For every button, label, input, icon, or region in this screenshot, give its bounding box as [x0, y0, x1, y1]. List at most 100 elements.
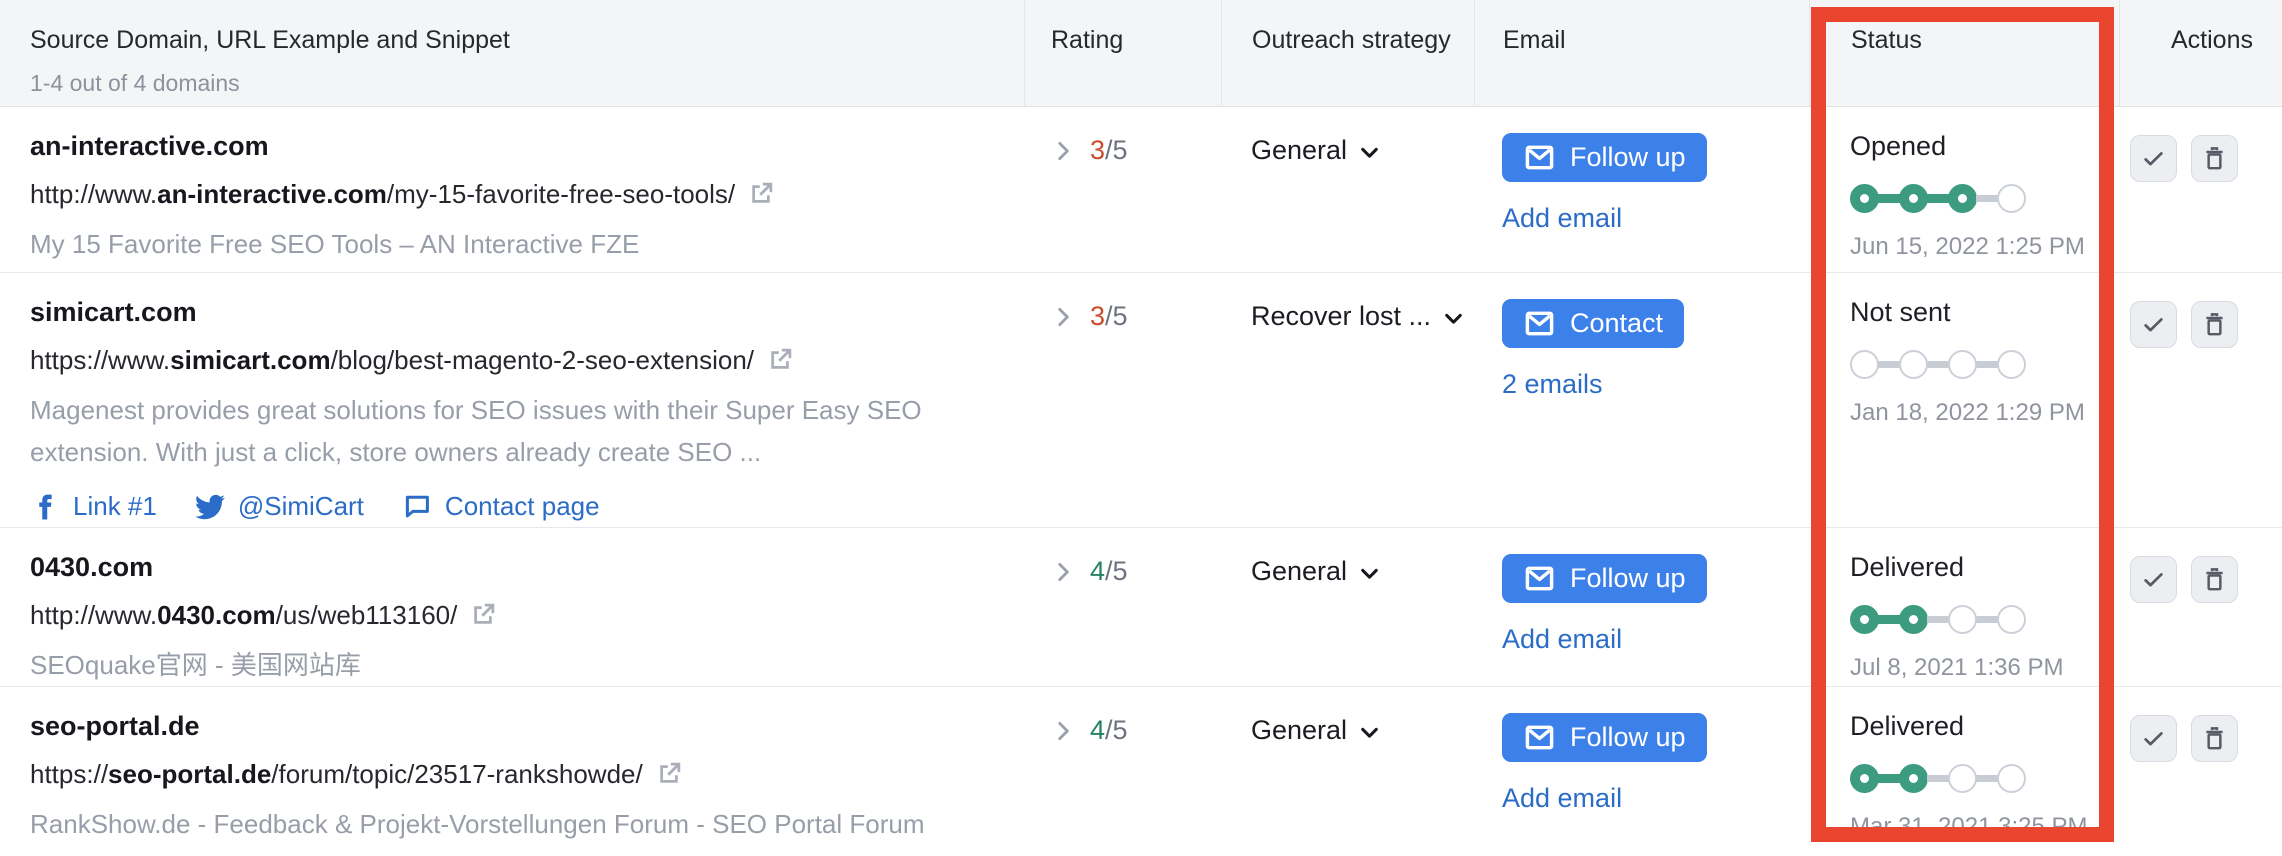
progress-connector [1927, 360, 1949, 368]
domain-count-label: 1-4 out of 4 domains [30, 70, 240, 96]
chat-icon [402, 492, 432, 522]
header-email-label: Email [1503, 26, 1566, 54]
expand-row-icon[interactable] [1050, 559, 1076, 585]
table-row: 0430.com http://www.0430.com/us/web11316… [0, 528, 2282, 687]
url-line: http://www.an-interactive.com/my-15-favo… [30, 178, 984, 210]
table-header: Source Domain, URL Example and Snippet 1… [0, 0, 2282, 107]
trash-icon [2201, 725, 2228, 752]
twitter-link[interactable]: @SimiCart [195, 491, 364, 522]
rating-value: 4/5 [1090, 715, 1128, 745]
trash-icon [2201, 145, 2228, 172]
progress-dot-filled [1850, 604, 1879, 634]
external-link-icon[interactable] [746, 179, 776, 209]
mark-done-button[interactable] [2130, 556, 2177, 603]
facebook-link[interactable]: Link #1 [30, 491, 157, 522]
strategy-dropdown[interactable]: Recover lost ... [1251, 301, 1466, 332]
actions-cell [2119, 107, 2282, 272]
header-status-label: Status [1851, 26, 1922, 54]
page-snippet: Magenest provides great solutions for SE… [30, 395, 922, 467]
progress-connector [1976, 774, 1998, 782]
email-cell: Follow up Add email [1474, 528, 1809, 686]
domain-name: 0430.com [30, 552, 154, 582]
status-date: Mar 31, 2021 3:25 PM [1850, 813, 2088, 840]
status-date: Jun 15, 2022 1:25 PM [1850, 233, 2085, 260]
mark-done-button[interactable] [2130, 301, 2177, 348]
external-link-icon[interactable] [765, 345, 795, 375]
mark-done-button[interactable] [2130, 135, 2177, 182]
progress-dot-empty [1997, 349, 2026, 379]
delete-button[interactable] [2191, 301, 2238, 348]
url-text: http://www.0430.com/us/web113160/ [30, 599, 458, 630]
strategy-dropdown[interactable]: General [1251, 135, 1382, 166]
source-cell: simicart.com https://www.simicart.com/bl… [0, 273, 1024, 527]
domain-name: simicart.com [30, 297, 197, 327]
envelope-icon [1523, 721, 1556, 754]
outreach-cell: Recover lost ... [1221, 273, 1474, 527]
follow-up-button[interactable]: Follow up [1502, 554, 1707, 603]
actions-cell [2119, 273, 2282, 527]
strategy-dropdown[interactable]: General [1251, 556, 1382, 587]
expand-row-icon[interactable] [1050, 304, 1076, 330]
delete-button[interactable] [2191, 715, 2238, 762]
url-text: https://seo-portal.de/forum/topic/23517-… [30, 758, 643, 789]
add-email-link[interactable]: Add email [1502, 203, 1622, 234]
status-cell: Not sent Jan 18, 2022 1:29 PM [1809, 273, 2119, 527]
status-label: Not sent [1850, 297, 1951, 327]
outreach-cell: General [1221, 107, 1474, 272]
url-line: http://www.0430.com/us/web113160/ [30, 599, 984, 631]
progress-connector [1976, 615, 1998, 623]
expand-row-icon[interactable] [1050, 718, 1076, 744]
progress-connector [1878, 773, 1900, 783]
header-rating-label: Rating [1051, 26, 1124, 54]
progress-dot-empty [1997, 763, 2026, 793]
status-progress [1850, 604, 2119, 634]
chevron-down-icon [1357, 140, 1382, 165]
status-label: Delivered [1850, 552, 1965, 582]
delete-button[interactable] [2191, 135, 2238, 182]
delete-button[interactable] [2191, 556, 2238, 603]
actions-cell [2119, 528, 2282, 686]
strategy-dropdown[interactable]: General [1251, 715, 1382, 746]
header-actions-column: Actions [2119, 0, 2282, 106]
header-outreach-column: Outreach strategy [1221, 0, 1474, 106]
status-label: Opened [1850, 131, 1947, 161]
twitter-icon [195, 492, 225, 522]
strategy-label: General [1251, 135, 1348, 165]
header-rating-column: Rating [1024, 0, 1221, 106]
contact-page-link[interactable]: Contact page [402, 491, 600, 522]
email-cell: Contact 2 emails [1474, 273, 1809, 527]
progress-dot-filled [1850, 763, 1879, 793]
strategy-label: General [1251, 556, 1348, 586]
page-snippet: RankShow.de - Feedback & Projekt-Vorstel… [30, 809, 925, 839]
expand-row-icon[interactable] [1050, 138, 1076, 164]
status-date: Jul 8, 2021 1:36 PM [1850, 654, 2064, 681]
follow-up-button[interactable]: Follow up [1502, 713, 1707, 762]
check-icon [2140, 145, 2167, 172]
follow-up-button[interactable]: Follow up [1502, 133, 1707, 182]
status-date: Jan 18, 2022 1:29 PM [1850, 399, 2085, 426]
domain-name: seo-portal.de [30, 711, 200, 741]
table-row: seo-portal.de https://seo-portal.de/foru… [0, 687, 2282, 856]
strategy-label: Recover lost ... [1251, 301, 1432, 331]
progress-dot-empty [1997, 183, 2026, 213]
status-cell: Delivered Jul 8, 2021 1:36 PM [1809, 528, 2119, 686]
status-cell: Delivered Mar 31, 2021 3:25 PM [1809, 687, 2119, 856]
url-line: https://www.simicart.com/blog/best-magen… [30, 344, 984, 376]
progress-dot-filled [1948, 183, 1977, 213]
status-progress [1850, 349, 2119, 379]
actions-cell [2119, 687, 2282, 856]
add-email-link[interactable]: Add email [1502, 624, 1622, 655]
external-link-icon[interactable] [654, 759, 684, 789]
external-link-icon[interactable] [468, 600, 498, 630]
add-email-link[interactable]: Add email [1502, 783, 1622, 814]
header-actions-label: Actions [2171, 26, 2253, 54]
progress-dot-empty [1850, 349, 1879, 379]
progress-dot-empty [1948, 349, 1977, 379]
emails-count-link[interactable]: 2 emails [1502, 369, 1603, 400]
envelope-icon [1523, 307, 1556, 340]
progress-dot-filled [1899, 763, 1928, 793]
contact-button[interactable]: Contact [1502, 299, 1685, 348]
mark-done-button[interactable] [2130, 715, 2177, 762]
rating-value: 3/5 [1090, 301, 1128, 331]
url-text: https://www.simicart.com/blog/best-magen… [30, 344, 755, 375]
